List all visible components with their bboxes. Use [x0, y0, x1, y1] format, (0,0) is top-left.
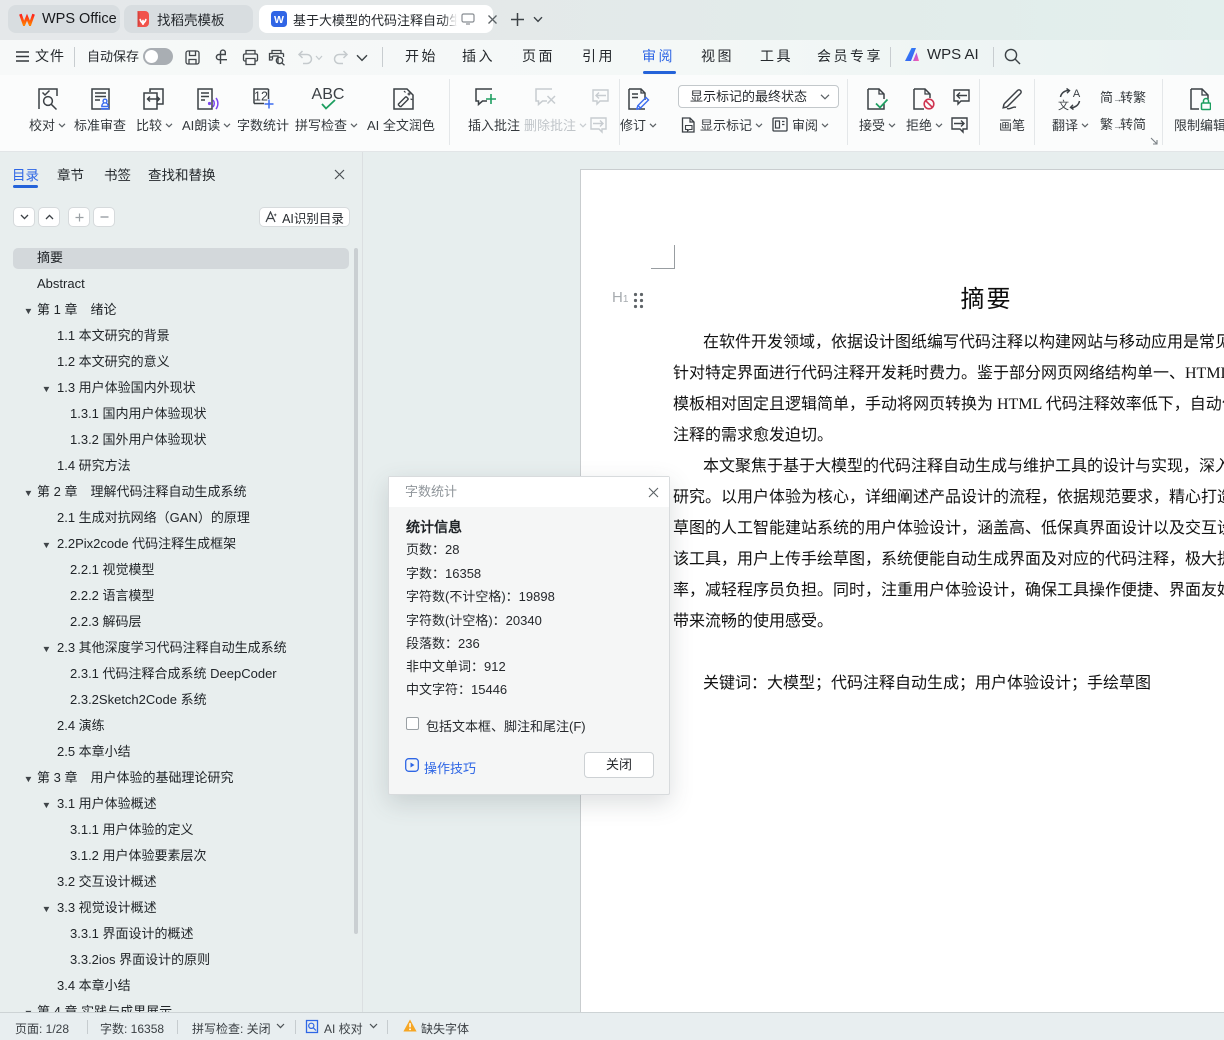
svg-text:A: A: [1073, 88, 1081, 100]
svg-text:文: 文: [1058, 98, 1069, 111]
svg-text:ABC: ABC: [312, 86, 345, 103]
svg-text:W: W: [274, 14, 284, 26]
svg-text:12: 12: [254, 90, 268, 104]
